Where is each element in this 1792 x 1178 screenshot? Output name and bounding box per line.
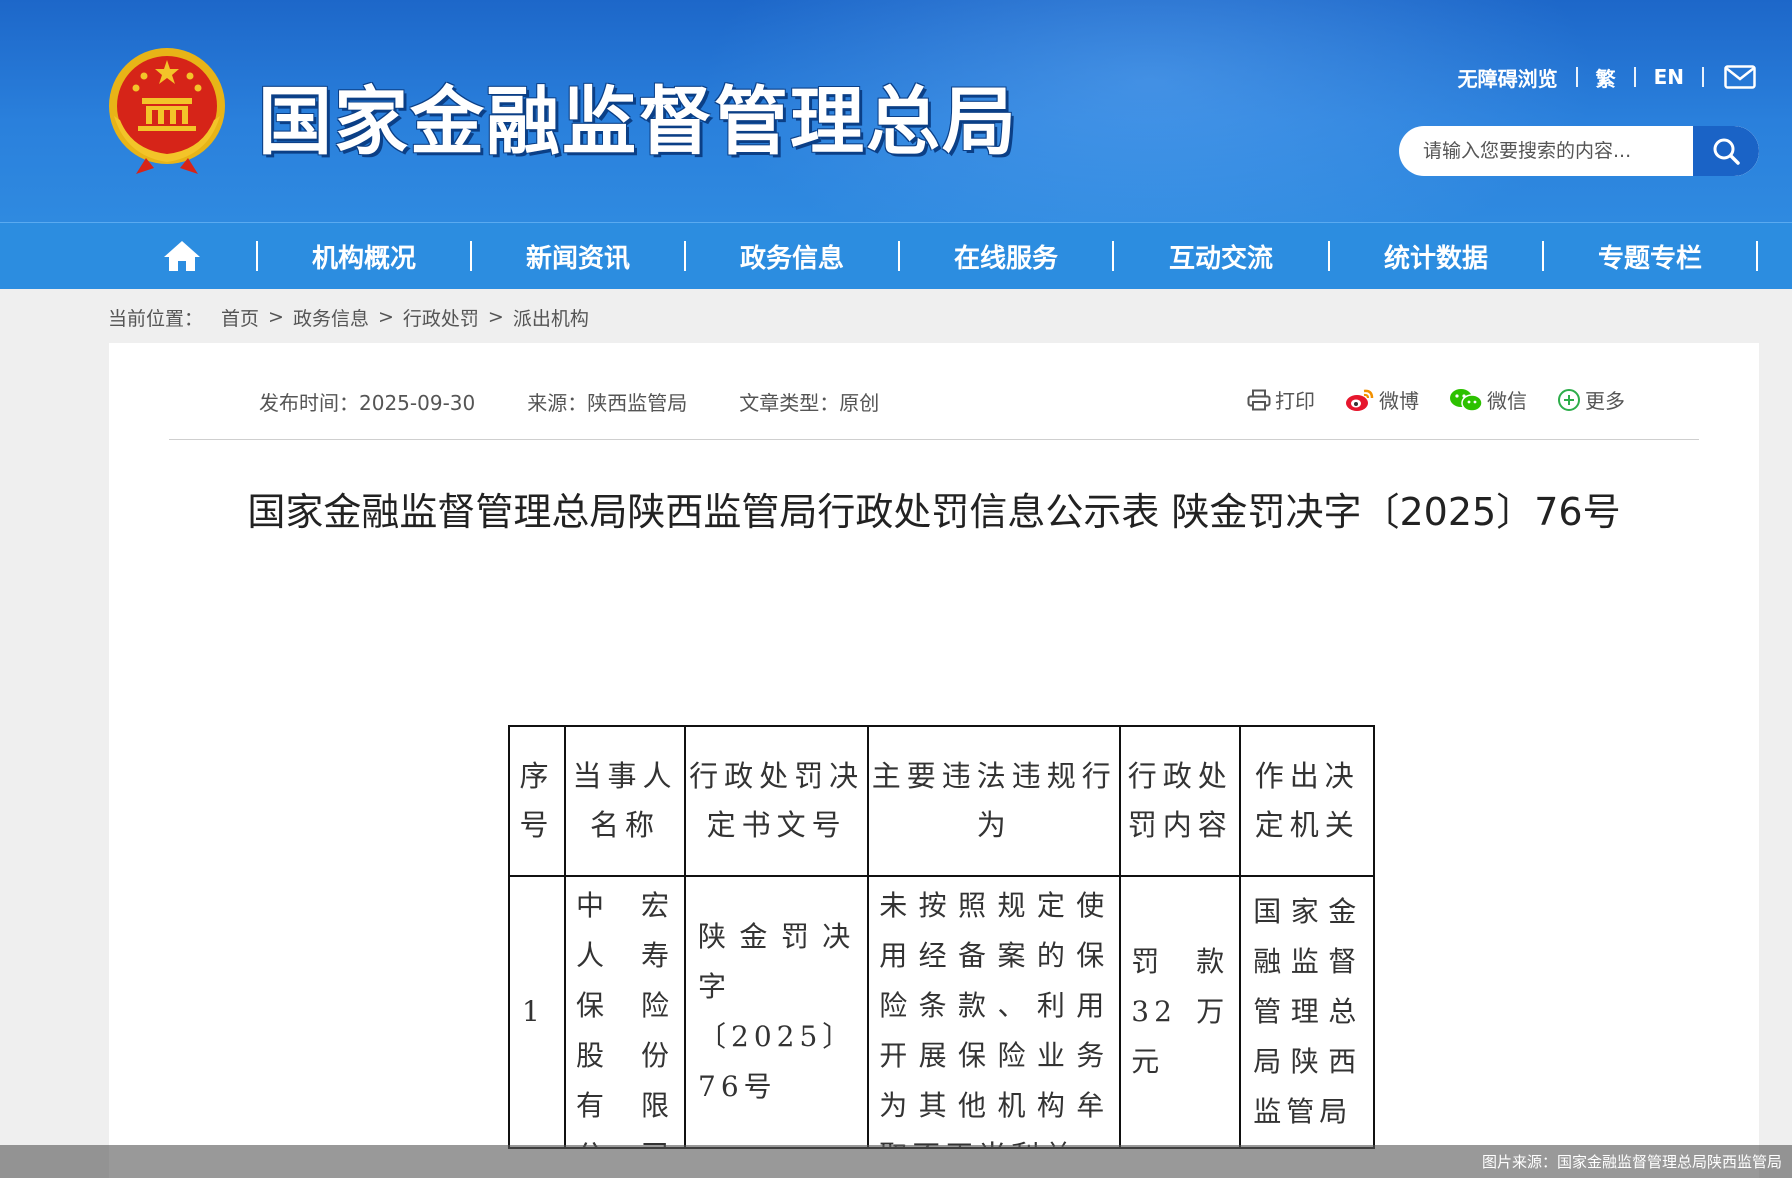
weibo-label: 微博 <box>1379 389 1419 413</box>
breadcrumb: 当前位置： 首页 > 政务信息 > 行政处罚 > 派出机构 <box>108 302 589 332</box>
search-input[interactable] <box>1399 126 1693 176</box>
nav-item-statistics[interactable]: 统计数据 <box>1330 223 1542 289</box>
cell-authority-text: 国家金融监督管理总局陕西监管局 <box>1253 895 1362 1128</box>
site-header: 国家金融监督管理总局 无障碍浏览 繁 EN <box>0 0 1792 222</box>
cell-violation: 未按照规定使用经备案的保险条款、利用开展保险业务为其他机构牟取不正当利益 <box>867 875 1122 1149</box>
nav-home[interactable] <box>150 223 214 289</box>
col-header-authority: 作出决定机关 <box>1239 725 1376 877</box>
cell-penalty: 罚款32万元 <box>1119 875 1242 1149</box>
top-links: 无障碍浏览 繁 EN <box>1440 62 1756 92</box>
cell-violation-text: 未按照规定使用经备案的保险条款、利用开展保险业务为其他机构牟取不正当利益 <box>879 889 1110 1147</box>
col-header-decision-number: 行政处罚决定书文号 <box>683 725 870 877</box>
main-nav: 机构概况 新闻资讯 政务信息 在线服务 互动交流 统计数据 专题专栏 <box>0 222 1792 289</box>
col-header-penalty: 行政处罚内容 <box>1119 725 1242 877</box>
cell-party-name-text: 中宏人寿保险股份有限公司陕西分公司 <box>576 889 674 1147</box>
col-header-party-name: 当事人名称 <box>564 725 686 877</box>
meta-divider <box>169 439 1699 440</box>
nav-item-interaction[interactable]: 互动交流 <box>1114 223 1328 289</box>
wechat-label: 微信 <box>1487 389 1527 413</box>
breadcrumb-label: 当前位置： <box>108 307 204 330</box>
article-container: 发布时间：2025-09-30 来源：陕西监管局 文章类型：原创 打印 微博 微… <box>109 343 1759 1178</box>
home-icon <box>164 241 200 271</box>
nav-item-about[interactable]: 机构概况 <box>258 223 470 289</box>
mail-icon[interactable] <box>1704 65 1756 89</box>
cell-decision-number-text: 陕金罚决字〔2025〕76号 <box>698 920 856 1103</box>
cell-number-text: 1 <box>522 995 545 1028</box>
traditional-chinese-link[interactable]: 繁 <box>1578 63 1634 92</box>
more-share-button[interactable]: 更多 <box>1557 385 1625 414</box>
search-button[interactable] <box>1693 126 1759 176</box>
breadcrumb-branch-offices[interactable]: 派出机构 <box>513 304 589 331</box>
divider <box>1633 67 1636 87</box>
publish-time: 发布时间：2025-09-30 <box>259 391 476 415</box>
weibo-icon <box>1346 389 1374 411</box>
plus-circle-icon <box>1558 388 1580 411</box>
printer-icon <box>1247 389 1271 410</box>
search-box <box>1399 126 1759 176</box>
print-label: 打印 <box>1275 389 1315 413</box>
accessibility-link[interactable]: 无障碍浏览 <box>1440 63 1576 92</box>
breadcrumb-home[interactable]: 首页 <box>221 304 259 331</box>
col-header-number: 序号 <box>508 725 566 877</box>
search-icon <box>1713 138 1740 165</box>
cell-number: 1 <box>508 875 566 1149</box>
share-bar: 打印 微博 微信 更多 <box>1247 385 1625 414</box>
cell-party-name: 中宏人寿保险股份有限公司陕西分公司 <box>564 875 686 1149</box>
nav-item-special-topics[interactable]: 专题专栏 <box>1544 223 1756 289</box>
more-label: 更多 <box>1585 389 1625 413</box>
breadcrumb-separator: > <box>377 306 394 328</box>
article-title: 国家金融监督管理总局陕西监管局行政处罚信息公示表 陕金罚决字〔2025〕76号 <box>247 490 1621 534</box>
breadcrumb-administrative-penalty[interactable]: 行政处罚 <box>403 304 479 331</box>
print-button[interactable]: 打印 <box>1247 385 1315 414</box>
article-type: 文章类型：原创 <box>739 391 880 415</box>
nav-item-government-info[interactable]: 政务信息 <box>686 223 898 289</box>
divider <box>1575 67 1578 87</box>
penalty-info-table: 序号 当事人名称 行政处罚决定书文号 主要违法违规行为 行政处罚内容 作出决定机… <box>508 725 1376 1149</box>
breadcrumb-government-info[interactable]: 政务信息 <box>293 304 369 331</box>
table-row: 1 中宏人寿保险股份有限公司陕西分公司 陕金罚决字〔2025〕76号 未按照规定… <box>508 875 1376 1149</box>
site-title: 国家金融监督管理总局 <box>258 79 1018 165</box>
article-source: 来源：陕西监管局 <box>527 391 688 415</box>
breadcrumb-separator: > <box>268 306 284 328</box>
table-header-row: 序号 当事人名称 行政处罚决定书文号 主要违法违规行为 行政处罚内容 作出决定机… <box>508 725 1376 877</box>
cell-penalty-text: 罚款32万元 <box>1131 945 1230 1078</box>
cell-authority: 国家金融监督管理总局陕西监管局 <box>1239 875 1376 1149</box>
english-link[interactable]: EN <box>1636 65 1702 89</box>
col-header-violation: 主要违法违规行为 <box>867 725 1122 877</box>
nav-item-news[interactable]: 新闻资讯 <box>472 223 684 289</box>
national-emblem-icon <box>109 48 225 174</box>
breadcrumb-separator: > <box>487 306 504 328</box>
weibo-share-button[interactable]: 微博 <box>1345 385 1419 414</box>
article-meta: 发布时间：2025-09-30 来源：陕西监管局 文章类型：原创 <box>259 387 879 416</box>
nav-divider <box>1756 241 1758 271</box>
wechat-share-button[interactable]: 微信 <box>1449 385 1527 414</box>
image-source-caption: 图片来源：国家金融监督管理总局陕西监管局 <box>0 1145 1792 1178</box>
wechat-icon <box>1450 388 1483 412</box>
divider <box>1702 67 1704 87</box>
nav-item-online-service[interactable]: 在线服务 <box>900 223 1112 289</box>
cell-decision-number: 陕金罚决字〔2025〕76号 <box>683 875 870 1149</box>
